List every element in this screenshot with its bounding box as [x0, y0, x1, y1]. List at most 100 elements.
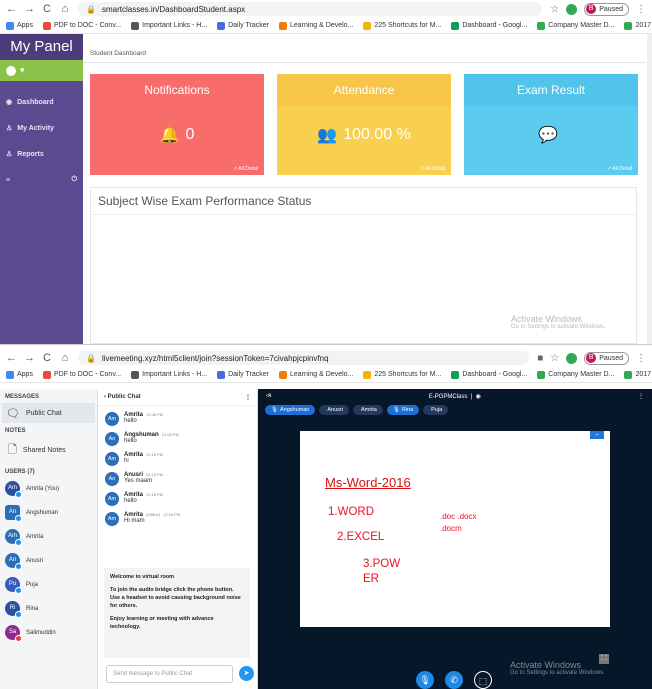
user-list-item[interactable]: Am Amrita (You) — [0, 478, 97, 499]
card-title: Exam Result — [464, 74, 638, 106]
bookmark-item[interactable]: 2017 New Placeme... — [624, 21, 652, 30]
bookmark-label: Dashboard - Googl... — [462, 371, 528, 378]
home-icon[interactable]: ⌂ — [60, 3, 70, 15]
welcome-enjoy-text: Enjoy learning or meeting with advance t… — [110, 616, 214, 630]
bookmarks-bar: Apps PDF to DOC - Conv... Important Links … — [0, 18, 652, 34]
message-text: Hi mam — [124, 518, 145, 524]
bookmark-item[interactable]: Dashboard - Googl... — [451, 21, 528, 30]
menu-icon[interactable]: ⋮ — [636, 4, 646, 15]
bookmark-item[interactable]: Important Links - H... — [131, 21, 207, 30]
url-field[interactable]: 🔒 livemeeting.xyz/html5client/join?sessi… — [78, 351, 530, 365]
talker-pill[interactable]: 🎙 Angshuman — [265, 405, 316, 415]
share-screen-button[interactable]: ⬚ — [474, 671, 492, 689]
bookmark-item[interactable]: Daily Tracker — [217, 370, 269, 379]
message-text: hello — [124, 418, 137, 424]
star-icon[interactable]: ☆ — [550, 353, 559, 364]
chat-options-icon[interactable]: ⋮ — [245, 394, 251, 401]
user-list-item[interactable]: An Anusri — [0, 550, 97, 571]
profile-avatar: B — [586, 4, 597, 14]
bookmark-item[interactable]: Apps — [6, 370, 33, 379]
user-list-item[interactable]: Pu Puja — [0, 574, 97, 595]
all-detail-link[interactable]: ↗ All Detail — [464, 163, 638, 175]
scrollbar[interactable] — [647, 34, 652, 344]
forward-icon[interactable]: → — [24, 3, 35, 15]
sidebar-item-reports[interactable]: ♙ Reports — [0, 141, 83, 167]
bookmark-item[interactable]: Daily Tracker — [217, 21, 269, 30]
back-icon[interactable]: ← — [6, 3, 17, 15]
talker-pill[interactable]: Amrita — [352, 405, 383, 415]
reload-icon[interactable]: C — [42, 3, 52, 15]
power-icon[interactable]: ⏻ — [71, 176, 77, 184]
extension-icon[interactable] — [566, 352, 578, 364]
bookmark-item[interactable]: Learning & Develo... — [278, 370, 353, 379]
options-icon[interactable]: ⋮ — [638, 393, 644, 400]
bookmark-item[interactable]: Important Links - H... — [131, 370, 207, 379]
send-button[interactable]: ➤ — [239, 666, 254, 681]
profile-status: Paused — [599, 354, 623, 362]
minimize-icon[interactable]: – — [590, 431, 604, 439]
camera-icon[interactable]: ■ — [537, 353, 543, 364]
forward-icon[interactable]: → — [24, 352, 35, 364]
extension-icon[interactable] — [566, 3, 578, 15]
message-time: 12:15 PM — [146, 472, 164, 477]
status-badge-icon — [15, 539, 22, 546]
microphone-button[interactable]: 🎙 — [416, 671, 434, 689]
user-list-item[interactable]: Sa Salimuddin — [0, 622, 97, 643]
welcome-message: Welcome to virtual room To join the audi… — [104, 568, 250, 658]
users-toggle-icon[interactable]: ‹ጸ — [266, 393, 272, 400]
sidebar-item-dashboard[interactable]: ◉ Dashboard — [0, 89, 83, 115]
bookmark-label: Company Master D... — [548, 371, 615, 378]
attendance-card[interactable]: Attendance 👥 100.00 % ↗ All Detail — [277, 74, 451, 175]
sidebar-item-my-activity[interactable]: ♙ My Activity — [0, 115, 83, 141]
profile-button[interactable]: B Paused — [584, 351, 629, 365]
bookmark-item[interactable]: Learning & Develo... — [278, 21, 354, 30]
bookmark-icon — [537, 370, 546, 379]
shared-notes-item[interactable]: 🗋 Shared Notes — [0, 437, 97, 464]
talker-pill[interactable]: 🎙 Rina — [386, 405, 420, 415]
bookmark-item[interactable]: PDF to DOC - Conv... — [42, 370, 121, 379]
all-detail-link[interactable]: ↗ All Detail — [90, 163, 264, 175]
bookmark-item[interactable]: Dashboard - Googl... — [451, 370, 528, 379]
lock-icon: 🔒 — [86, 353, 96, 363]
menu-icon[interactable]: ⋮ — [636, 353, 646, 364]
bookmark-label: Learning & Develo... — [289, 22, 354, 29]
bookmark-item[interactable]: 2017 New Placeme... — [624, 370, 652, 379]
bookmark-label: Apps — [17, 22, 33, 29]
all-detail-link[interactable]: ↗ All Detail — [277, 163, 451, 175]
url-field[interactable]: 🔒 smartclasses.in/DashboardStudent.aspx — [78, 2, 543, 16]
star-icon[interactable]: ☆ — [550, 4, 559, 15]
bookmark-label: Dashboard - Googl... — [462, 22, 528, 29]
user-bar[interactable]: ▾ — [0, 60, 83, 81]
bookmark-item[interactable]: 225 Shortcuts for M... — [363, 370, 441, 379]
chat-back-button[interactable]: ‹ Public Chat — [104, 394, 141, 400]
address-bar: ← → C ⌂ 🔒 livemeeting.xyz/html5client/jo… — [0, 349, 652, 367]
chat-message-input[interactable]: Send message to Public Chat — [106, 665, 233, 683]
bookmark-item[interactable]: Apps — [6, 21, 33, 30]
message-body: Amrita (Offline) 12:16 PM Hi mam — [124, 512, 180, 526]
bookmark-icon — [451, 370, 460, 379]
home-icon[interactable]: ⌂ — [60, 352, 70, 364]
bookmark-item[interactable]: Company Master D... — [537, 370, 615, 379]
user-list-item[interactable]: An Angshuman — [0, 502, 97, 523]
bookmark-item[interactable]: 225 Shortcuts for M... — [363, 21, 441, 30]
phone-button[interactable]: ✆ — [445, 671, 463, 689]
hamburger-icon[interactable]: ≡ — [6, 177, 10, 184]
meeting-sidebar: MESSAGES 🗨 Public Chat NOTES 🗋 Shared Note… — [0, 389, 98, 689]
talker-pill[interactable]: Anusri — [319, 405, 349, 415]
user-list-item[interactable]: Ri Rina — [0, 598, 97, 619]
chat-message: Am Amrita 12:08 PM hello — [98, 412, 257, 426]
back-icon[interactable]: ← — [6, 352, 17, 364]
bookmark-item[interactable]: PDF to DOC - Conv... — [42, 21, 121, 30]
user-list-item[interactable]: Am Amrita — [0, 526, 97, 547]
welcome-title: Welcome to virtual room — [110, 574, 175, 580]
public-chat-item[interactable]: 🗨 Public Chat — [2, 403, 95, 423]
profile-button[interactable]: B Paused — [584, 2, 629, 16]
bookmark-item[interactable]: Company Master D... — [537, 21, 614, 30]
notifications-card[interactable]: Notifications 🔔 0 ↗ All Detail — [90, 74, 264, 175]
bookmarks-bar: Apps PDF to DOC - Conv... Important Links … — [0, 367, 652, 383]
reload-icon[interactable]: C — [42, 352, 52, 364]
exam-result-card[interactable]: Exam Result 💬 ↗ All Detail — [464, 74, 638, 175]
eye-icon: ◉ — [6, 99, 13, 106]
talker-pill[interactable]: Puja — [423, 405, 449, 415]
message-text: hello — [124, 498, 137, 504]
